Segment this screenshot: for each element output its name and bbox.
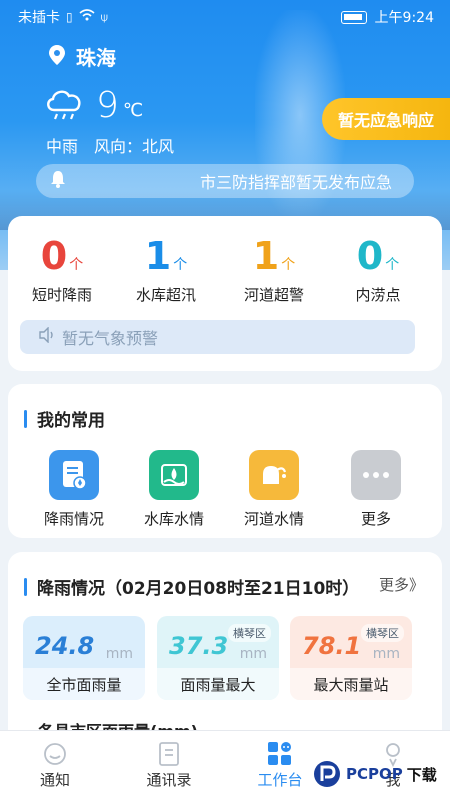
reservoir-icon	[149, 450, 199, 500]
rainfall-more-link[interactable]: 更多》	[379, 574, 424, 595]
stat-unit: 个	[281, 257, 296, 273]
carrier-label: 未插卡	[18, 10, 60, 26]
notice-icon	[10, 739, 100, 769]
rain-caption: 全市面雨量	[23, 668, 145, 700]
stat-value: 1	[144, 234, 172, 278]
stat-river[interactable]: 1个 河道超警	[220, 234, 328, 305]
stat-reservoir[interactable]: 1个 水库超汛	[112, 234, 220, 305]
stat-unit: 个	[385, 257, 400, 273]
favorites-title: 我的常用	[24, 406, 105, 431]
stat-waterlogging[interactable]: 0个 内涝点	[324, 234, 432, 305]
speaker-icon	[38, 326, 56, 347]
weather-condition: 中雨	[46, 137, 79, 156]
stat-value: 1	[252, 234, 280, 278]
location-pin-icon	[48, 44, 66, 70]
tab-contacts[interactable]: 通讯录	[124, 739, 214, 790]
watermark-logo: PCPOP 下载	[312, 752, 450, 796]
tab-label: 通知	[39, 771, 70, 789]
fav-label: 更多	[360, 510, 391, 528]
clock: 上午9:24	[374, 10, 434, 26]
rain-unit: mm	[372, 646, 400, 662]
temperature: 9	[96, 85, 119, 126]
fav-more[interactable]: 更多	[326, 450, 426, 529]
rain-value: 78.1	[302, 632, 362, 660]
rainfall-title: 降雨情况（02月20日08时至21日10时）	[24, 574, 359, 599]
notice-ticker[interactable]: 市三防指挥部暂无发布应急	[36, 164, 414, 198]
fav-label: 水库水情	[143, 510, 204, 528]
stat-value: 0	[356, 234, 384, 278]
rainfall-card: 降雨情况（02月20日08时至21日10时） 更多》 24.8 mm 全市面雨量…	[8, 552, 442, 752]
district-tag: 横琴区	[361, 624, 404, 642]
stat-unit: 个	[69, 257, 84, 273]
fav-label: 河道水情	[243, 510, 304, 528]
favorites-card: 我的常用 降雨情况 水库水情 河道水情 更多	[8, 384, 442, 538]
alert-stats-card: 0个 短时降雨 1个 水库超汛 1个 河道超警 0个 内涝点 暂无气象预警	[8, 216, 442, 371]
tab-notice[interactable]: 通知	[10, 739, 100, 790]
watermark-brand: PCPOP	[346, 765, 403, 783]
rain-value: 24.8	[35, 632, 95, 660]
status-bar: 未插卡 ▯ ⍦ 上午9:24	[0, 0, 450, 32]
stat-label: 河道超警	[243, 286, 304, 304]
rain-report-icon	[49, 450, 99, 500]
watermark-text: 下载	[406, 765, 437, 784]
more-icon	[351, 450, 401, 500]
wind-direction: 风向：北风	[94, 137, 175, 156]
fav-river[interactable]: 河道水情	[224, 450, 324, 529]
tab-label: 通讯录	[146, 771, 192, 789]
rain-cloud-icon	[44, 86, 86, 128]
rain-box-max-station[interactable]: 横琴区 78.1 mm 最大雨量站	[290, 616, 412, 700]
rain-box-city[interactable]: 24.8 mm 全市面雨量	[23, 616, 145, 700]
fav-label: 降雨情况	[43, 510, 104, 528]
ticker-text: 市三防指挥部暂无发布应急	[200, 173, 393, 192]
stat-label: 短时降雨	[31, 286, 92, 304]
emergency-response-button[interactable]: 暂无应急响应	[322, 98, 450, 140]
rain-caption: 最大雨量站	[290, 668, 412, 700]
stat-value: 0	[40, 234, 68, 278]
rain-unit: mm	[239, 646, 267, 662]
weather-warning-text: 暂无气象预警	[62, 329, 159, 348]
bell-icon	[50, 170, 72, 192]
district-tag: 横琴区	[228, 624, 271, 642]
stat-label: 内涝点	[355, 286, 401, 304]
fav-rain[interactable]: 降雨情况	[24, 450, 124, 529]
favorites-title-text: 我的常用	[37, 411, 105, 431]
rain-caption: 面雨量最大	[157, 668, 279, 700]
title-accent-bar	[24, 409, 27, 428]
river-icon	[249, 450, 299, 500]
weather-warning-bar[interactable]: 暂无气象预警	[20, 320, 415, 354]
usb-icon: ⍦	[100, 10, 108, 24]
title-accent-bar	[24, 577, 27, 596]
stat-short-rain[interactable]: 0个 短时降雨	[8, 234, 116, 305]
battery-icon	[340, 10, 367, 24]
rain-value: 37.3	[169, 632, 229, 660]
stat-label: 水库超汛	[135, 286, 196, 304]
wifi-icon	[79, 9, 95, 25]
rain-unit: mm	[105, 646, 133, 662]
temperature-unit: ℃	[122, 100, 144, 121]
rainfall-title-text: 降雨情况（02月20日08时至21日10时）	[37, 579, 360, 599]
city-name: 珠海	[76, 46, 116, 70]
contacts-icon	[124, 739, 214, 769]
sim-icon: ▯	[66, 10, 73, 24]
rain-box-max-area[interactable]: 横琴区 37.3 mm 面雨量最大	[157, 616, 279, 700]
fav-reservoir[interactable]: 水库水情	[124, 450, 224, 529]
stat-unit: 个	[173, 257, 188, 273]
weather-now: 9 ℃	[44, 86, 143, 128]
weather-description: 中雨 风向：北风	[46, 133, 174, 157]
watermark-icon	[314, 761, 340, 787]
location[interactable]: 珠海	[48, 42, 116, 71]
